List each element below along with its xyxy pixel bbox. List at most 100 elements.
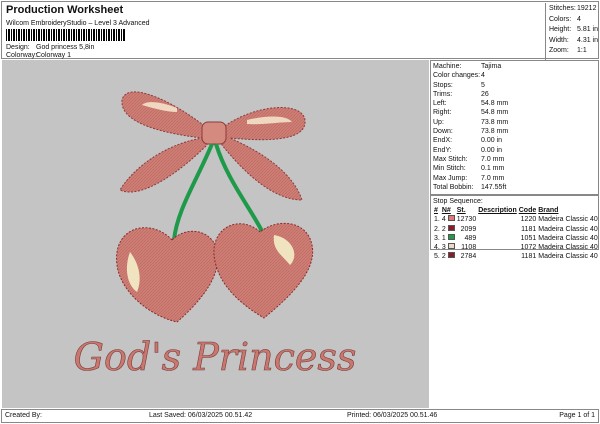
stat-label: Height: xyxy=(549,26,572,33)
stitch-count: 12730 xyxy=(456,216,477,224)
design-lettering: God's Princess xyxy=(74,335,357,379)
stop-number: 5. xyxy=(434,253,440,261)
last-saved: Last Saved: 06/03/2025 00.51.42 xyxy=(149,412,253,419)
info-label: EndY: xyxy=(433,146,452,154)
page-number: Page 1 of 1 xyxy=(559,412,595,419)
color-swatch xyxy=(447,243,455,250)
color-swatch xyxy=(447,215,455,222)
column-header: N# xyxy=(441,207,451,215)
colorway-label: Colorway: xyxy=(6,52,38,59)
description xyxy=(477,215,518,224)
stitch-count: 1108 xyxy=(461,244,477,252)
info-label: EndX: xyxy=(433,137,453,145)
column-header: St. xyxy=(456,207,466,215)
info-value: Tajima xyxy=(481,63,502,70)
stat-label: Colors: xyxy=(549,15,572,23)
info-row: Color changes: 4 xyxy=(433,71,596,80)
design-preview: God's Princess xyxy=(2,60,429,408)
color-swatch xyxy=(447,224,455,231)
info-value: 7.0 mm xyxy=(481,155,505,163)
info-label: Color changes: xyxy=(433,72,481,80)
thread-brand: Madeira Classic 40 xyxy=(538,234,598,242)
info-label: Trims: xyxy=(433,90,453,98)
stop-sequence: Stop Sequence: # N# St. Description Code Bran… xyxy=(430,195,599,260)
info-value: 73.8 mm xyxy=(481,118,509,126)
stat-value: 1:1 xyxy=(577,47,587,54)
info-row: Left: 54.8 mm xyxy=(433,99,596,108)
thread-brand: Madeira Classic 40 xyxy=(538,244,598,252)
info-value: 54.8 mm xyxy=(481,100,509,108)
design-label: Design: xyxy=(6,44,30,51)
stat-value: 4 xyxy=(577,15,581,23)
info-label: Machine: xyxy=(433,63,462,70)
thread-code: 1181 xyxy=(521,253,537,261)
page-title: Production Worksheet xyxy=(6,4,124,16)
info-row: Up: 73.8 mm xyxy=(433,118,596,127)
column-header: # xyxy=(434,207,438,215)
column-header: Brand xyxy=(538,207,559,215)
info-value: 0.00 in xyxy=(481,137,503,145)
stat-label: Width: xyxy=(549,36,569,44)
stitch-count: 2099 xyxy=(460,225,477,233)
footer: Created By: Last Saved: 06/03/2025 00.51… xyxy=(1,409,599,423)
info-label: Stops: xyxy=(433,81,453,89)
description xyxy=(477,243,518,252)
column-header: Description xyxy=(478,207,517,215)
stop-sequence-title: Stop Sequence: xyxy=(433,198,483,205)
thread-code: 1051 xyxy=(520,234,537,242)
thread-brand: Madeira Classic 40 xyxy=(538,216,598,224)
color-swatch xyxy=(447,233,455,240)
info-row: Down: 73.8 mm xyxy=(433,127,596,136)
info-row: Stops: 5 xyxy=(433,81,596,90)
thread-brand: Madeira Classic 40 xyxy=(538,225,598,233)
info-value: 7.0 mm xyxy=(481,174,505,182)
info-label: Down: xyxy=(433,128,453,136)
info-value: 147.55ft xyxy=(481,183,507,191)
info-row: Max Jump: 7.0 mm xyxy=(433,174,596,183)
header: Production Worksheet Wilcom EmbroiderySt… xyxy=(1,1,599,61)
description xyxy=(477,234,518,243)
info-row: Max Stitch: 7.0 mm xyxy=(433,155,596,164)
thread-brand: Madeira Classic 40 xyxy=(538,253,598,261)
thread-code: 1181 xyxy=(521,225,537,233)
stop-number: 3. xyxy=(434,234,440,242)
info-label: Max Jump: xyxy=(433,174,468,182)
info-row: Trims: 26 xyxy=(433,90,596,99)
stat-label: Stitches: xyxy=(549,5,576,12)
column-header: Code xyxy=(518,207,537,215)
thread-code: 1072 xyxy=(520,244,537,252)
info-value: 4 xyxy=(481,72,485,80)
cherries xyxy=(116,222,314,323)
software-name: Wilcom EmbroideryStudio – Level 3 Advanc… xyxy=(6,20,150,27)
info-label: Left: xyxy=(433,100,447,108)
stop-row: 2. 2 2099 1181 Madeira Classic 40 xyxy=(433,224,599,234)
info-value: 54.8 mm xyxy=(481,109,509,117)
info-value: 26 xyxy=(481,90,489,98)
thread-code: 1220 xyxy=(520,216,537,224)
info-value: 73.8 mm xyxy=(481,128,509,136)
stat-value: 19212 xyxy=(577,5,597,12)
info-value: 5 xyxy=(481,81,485,89)
colorway-name: Colorway 1 xyxy=(36,52,72,59)
info-row: EndY: 0.00 in xyxy=(433,146,596,155)
stitch-count: 489 xyxy=(464,234,477,242)
info-row: Machine: Tajima xyxy=(433,62,596,71)
stop-row: 1. 4 12730 1220 Madeira Classic 40 xyxy=(433,215,599,224)
description xyxy=(477,225,518,234)
stitch-count: 2784 xyxy=(460,253,477,261)
stop-number: 4. xyxy=(434,244,440,252)
info-row: EndX: 0.00 in xyxy=(433,136,596,145)
stop-row: 4. 3 1108 1072 Madeira Classic 40 xyxy=(433,243,599,252)
info-label: Right: xyxy=(433,109,452,117)
created-by: Created By: xyxy=(5,412,42,419)
color-swatch xyxy=(447,252,455,259)
info-label: Max Stitch: xyxy=(433,155,468,163)
info-row: Total Bobbin: 147.55ft xyxy=(433,183,596,192)
stat-value: 4.31 in xyxy=(576,36,599,44)
stop-table: # N# St. Description Code Brand 1. 4 12730 1220 Ma… xyxy=(433,206,599,261)
stop-row: 3. 1 489 1051 Madeira Classic 40 xyxy=(433,233,599,243)
design-name: God princess 5,8in xyxy=(36,44,95,51)
description xyxy=(477,252,518,261)
printed-date: Printed: 06/03/2025 00.51.46 xyxy=(347,412,438,419)
info-label: Min Stitch: xyxy=(433,165,466,173)
